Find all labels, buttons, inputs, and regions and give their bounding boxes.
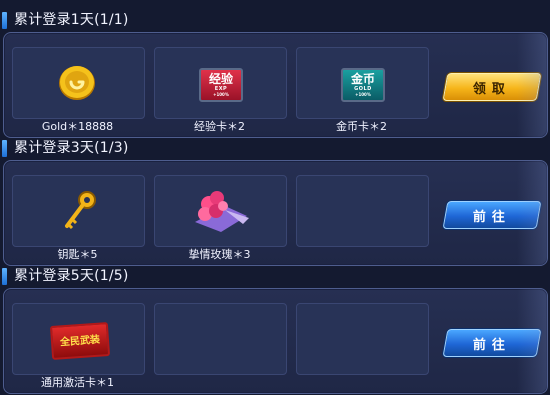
reward-slot-3-empty [296, 175, 429, 247]
section-title: 累计登录3天(1/3) [14, 140, 129, 156]
section-header: 累计登录5天(1/5) [0, 266, 550, 286]
section-title: 累计登录5天(1/5) [14, 268, 129, 284]
reward-label: 挚情玫瑰＊3 [188, 248, 251, 261]
reward-slot-2[interactable] [154, 175, 287, 247]
section-title: 累计登录1天(1/1) [14, 12, 129, 28]
key-icon [65, 191, 96, 230]
reward-panel: 钥匙＊5 挚情玫瑰＊3 前往 [3, 160, 548, 266]
title-accent-bar [2, 268, 7, 285]
section-header: 累计登录3天(1/3) [0, 138, 550, 158]
reward-slot-2-empty [154, 303, 287, 375]
reward-label: 通用激活卡＊1 [41, 376, 114, 389]
gold-card-icon: 金币 GOLD +100% [341, 68, 385, 102]
exp-card-icon: 经验 EXP +100% [199, 68, 243, 102]
claim-button[interactable]: 领取 [442, 73, 542, 101]
reward-panel: 全民武装 通用激活卡＊1 前往 [3, 288, 548, 394]
reward-label: Gold＊18888 [41, 120, 114, 133]
title-accent-bar [2, 140, 7, 157]
gold-coin-icon [59, 66, 95, 100]
go-to-button[interactable]: 前往 [442, 329, 542, 357]
rose-bouquet-icon [195, 191, 249, 232]
reward-label: 经验卡＊2 [194, 120, 245, 133]
reward-slot-3[interactable]: 金币 GOLD +100% [296, 47, 429, 119]
reward-slot-1[interactable]: 全民武装 [12, 303, 145, 375]
reward-slot-3-empty [296, 303, 429, 375]
reward-slot-2[interactable]: 经验 EXP +100% [154, 47, 287, 119]
reward-slot-1[interactable] [12, 175, 145, 247]
reward-label: 金币卡＊2 [336, 120, 387, 133]
reward-slot-1[interactable] [12, 47, 145, 119]
reward-panel: Gold＊18888 经验 EXP +100% 经验卡＊2 金币 GOLD +1… [3, 32, 548, 138]
reward-label: 钥匙＊5 [57, 248, 98, 261]
title-accent-bar [2, 12, 7, 29]
section-header: 累计登录1天(1/1) [0, 10, 550, 30]
activation-card-icon: 全民武装 [49, 322, 111, 360]
go-to-button[interactable]: 前往 [442, 201, 542, 229]
